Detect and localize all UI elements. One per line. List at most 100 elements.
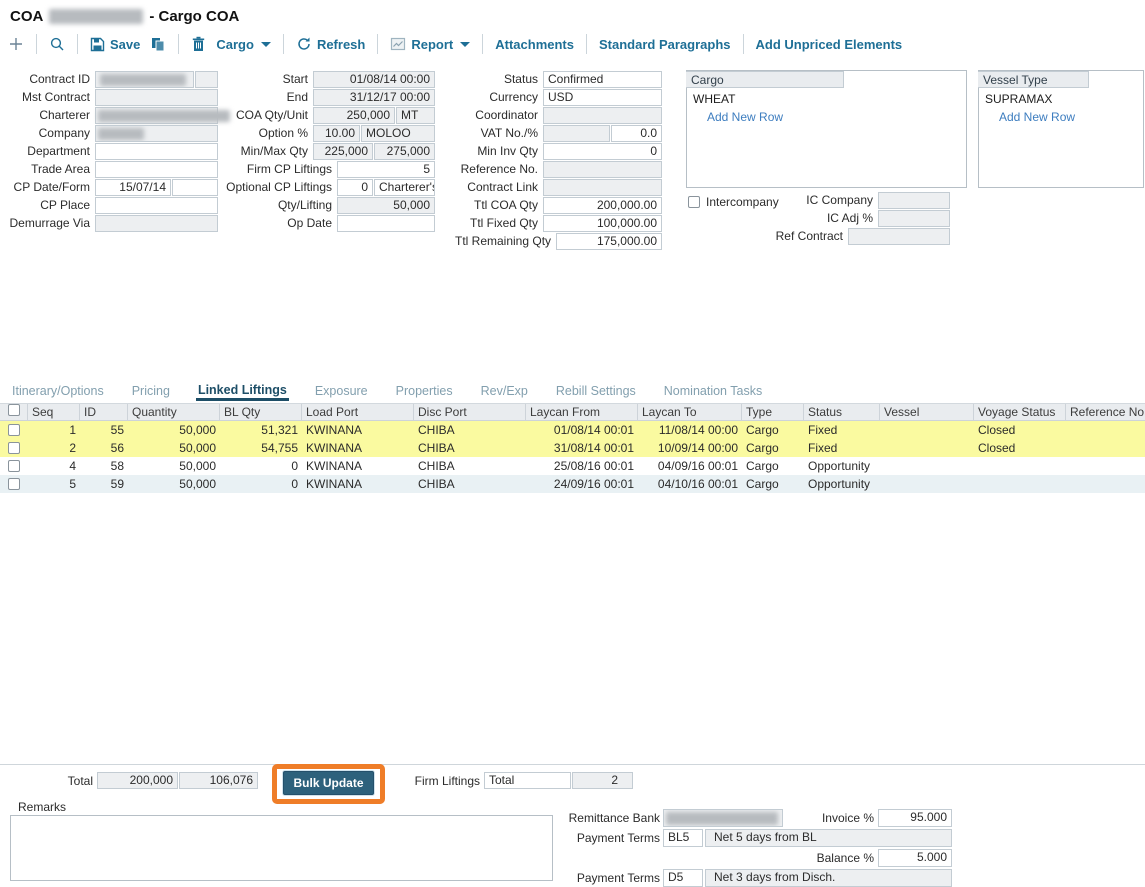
charterer-label: Charterer — [2, 108, 95, 122]
firm-liftings-mode-select[interactable]: Total — [484, 772, 571, 789]
option-basis-field[interactable]: MOLOO — [361, 125, 435, 142]
form-column-middle: Start01/08/14 00:00 End31/12/17 00:00 CO… — [160, 70, 435, 232]
payment-terms-code-field-1[interactable]: BL5 — [663, 829, 703, 847]
option-pct-field[interactable]: 10.00 — [313, 125, 360, 142]
contract-link-field[interactable] — [543, 179, 662, 196]
col-disc-port[interactable]: Disc Port — [414, 404, 526, 420]
add-unpriced-elements-button[interactable]: Add Unpriced Elements — [756, 37, 903, 52]
col-voyage-status[interactable]: Voyage Status — [974, 404, 1066, 420]
row-checkbox[interactable] — [8, 442, 20, 454]
min-inv-qty-field[interactable]: 0 — [543, 143, 662, 160]
coa-qty-field[interactable]: 250,000 — [313, 107, 395, 124]
ttl-fixed-qty-field[interactable]: 100,000.00 — [543, 215, 662, 232]
col-load-port[interactable]: Load Port — [302, 404, 414, 420]
min-max-qty-label: Min/Max Qty — [160, 144, 313, 158]
tab-linked-liftings[interactable]: Linked Liftings — [196, 383, 289, 401]
tab-rev-exp[interactable]: Rev/Exp — [479, 384, 530, 401]
demurrage-via-label: Demurrage Via — [2, 216, 95, 230]
toolbar-separator — [743, 34, 744, 54]
start-field[interactable]: 01/08/14 00:00 — [313, 71, 435, 88]
remarks-input[interactable] — [10, 815, 553, 881]
balance-pct-field[interactable]: 5.000 — [878, 849, 952, 867]
refresh-button[interactable]: Refresh — [296, 36, 365, 52]
reference-no-field[interactable] — [543, 161, 662, 178]
table-row[interactable]: 1 55 50,000 51,321 KWINANA CHIBA 01/08/1… — [0, 421, 1145, 439]
report-chart-icon — [390, 36, 406, 52]
cargo-add-new-row-link[interactable]: Add New Row — [687, 106, 966, 124]
tab-pricing[interactable]: Pricing — [130, 384, 172, 401]
add-button[interactable] — [8, 36, 24, 52]
col-type[interactable]: Type — [742, 404, 804, 420]
table-row[interactable]: 5 59 50,000 0 KWINANA CHIBA 24/09/16 00:… — [0, 475, 1145, 493]
optional-cp-liftings-party-field[interactable]: Charterer's — [374, 179, 435, 196]
col-laycan-to[interactable]: Laycan To — [638, 404, 742, 420]
table-row[interactable]: 4 58 50,000 0 KWINANA CHIBA 25/08/16 00:… — [0, 457, 1145, 475]
ic-adj-field[interactable] — [878, 210, 950, 227]
col-quantity[interactable]: Quantity — [128, 404, 220, 420]
col-reference-no[interactable]: Reference No. — [1066, 404, 1145, 420]
ttl-coa-qty-field[interactable]: 200,000.00 — [543, 197, 662, 214]
attachments-button[interactable]: Attachments — [495, 37, 574, 52]
min-qty-field[interactable]: 225,000 — [313, 143, 373, 160]
col-bl-qty[interactable]: BL Qty — [220, 404, 302, 420]
report-menu-button[interactable]: Report — [390, 36, 470, 52]
cargo-item[interactable]: WHEAT — [687, 88, 966, 106]
tab-exposure[interactable]: Exposure — [313, 384, 370, 401]
tab-nomination-tasks[interactable]: Nomination Tasks — [662, 384, 764, 401]
vat-no-field[interactable] — [543, 125, 610, 142]
tab-rebill-settings[interactable]: Rebill Settings — [554, 384, 638, 401]
max-qty-field[interactable]: 275,000 — [374, 143, 435, 160]
ic-company-field[interactable] — [878, 192, 950, 209]
row-checkbox[interactable] — [8, 478, 20, 490]
col-id[interactable]: ID — [80, 404, 128, 420]
op-date-field[interactable] — [337, 215, 435, 232]
end-field[interactable]: 31/12/17 00:00 — [313, 89, 435, 106]
coa-unit-field[interactable]: MT — [396, 107, 435, 124]
vat-label: VAT No./% — [455, 126, 543, 140]
report-label: Report — [411, 37, 453, 52]
cell-type: Cargo — [742, 459, 804, 473]
toolbar-separator — [283, 34, 284, 54]
col-seq[interactable]: Seq — [28, 404, 80, 420]
col-laycan-from[interactable]: Laycan From — [526, 404, 638, 420]
toolbar-separator — [482, 34, 483, 54]
refresh-label: Refresh — [317, 37, 365, 52]
col-status[interactable]: Status — [804, 404, 880, 420]
vessel-type-item[interactable]: SUPRAMAX — [979, 88, 1143, 106]
delete-button[interactable] — [191, 36, 206, 52]
remittance-bank-field[interactable] — [663, 809, 783, 827]
tab-itinerary-options[interactable]: Itinerary/Options — [10, 384, 106, 401]
intercompany-checkbox[interactable] — [688, 196, 700, 208]
search-button[interactable] — [49, 36, 65, 52]
optional-cp-liftings-field[interactable]: 0 — [337, 179, 373, 196]
status-field[interactable]: Confirmed — [543, 71, 662, 88]
toolbar-separator — [377, 34, 378, 54]
save-button[interactable]: Save — [90, 37, 140, 52]
save-icon — [90, 37, 105, 52]
title-prefix: COA — [10, 8, 43, 25]
payment-terms-code-field-2[interactable]: D5 — [663, 869, 703, 887]
copy-button[interactable] — [150, 36, 166, 52]
qty-lifting-field[interactable]: 50,000 — [337, 197, 435, 214]
cell-disc-port: CHIBA — [414, 459, 526, 473]
invoice-pct-field[interactable]: 95.000 — [878, 809, 952, 827]
ttl-remaining-qty-field[interactable]: 175,000.00 — [556, 233, 662, 250]
currency-field[interactable]: USD — [543, 89, 662, 106]
table-row[interactable]: 2 56 50,000 54,755 KWINANA CHIBA 31/08/1… — [0, 439, 1145, 457]
row-checkbox[interactable] — [8, 460, 20, 472]
coordinator-field[interactable] — [543, 107, 662, 124]
firm-cp-liftings-field[interactable]: 5 — [337, 161, 435, 178]
col-vessel[interactable]: Vessel — [880, 404, 974, 420]
cell-load-port: KWINANA — [302, 477, 414, 491]
cargo-menu-button[interactable]: Cargo — [216, 37, 271, 52]
vessel-type-add-new-row-link[interactable]: Add New Row — [979, 106, 1143, 124]
bulk-update-button[interactable]: Bulk Update — [283, 771, 374, 795]
select-all-checkbox[interactable] — [8, 404, 20, 416]
cell-status: Fixed — [804, 423, 880, 437]
tab-properties[interactable]: Properties — [394, 384, 455, 401]
vat-pct-field[interactable]: 0.0 — [611, 125, 662, 142]
row-checkbox[interactable] — [8, 424, 20, 436]
ref-contract-field[interactable] — [848, 228, 950, 245]
cell-laycan-from: 31/08/14 00:01 — [526, 441, 638, 455]
standard-paragraphs-button[interactable]: Standard Paragraphs — [599, 37, 731, 52]
